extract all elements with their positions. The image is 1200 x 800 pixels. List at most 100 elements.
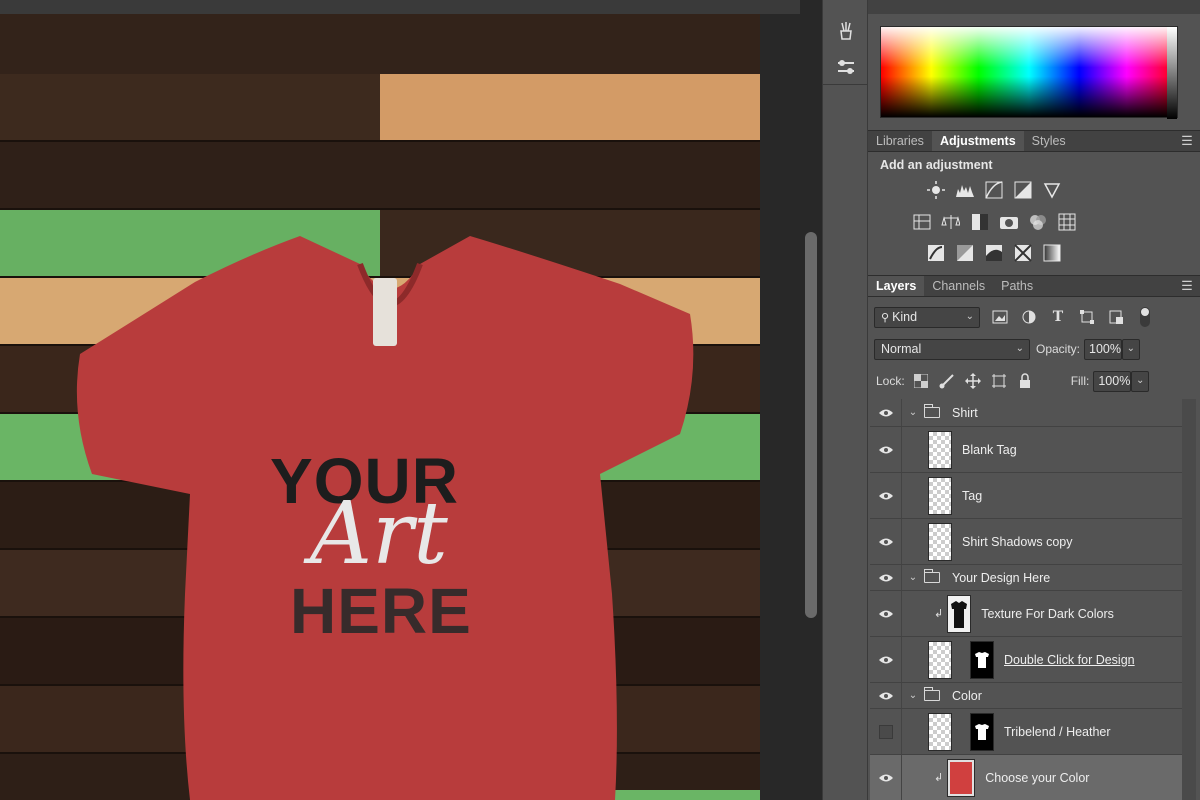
lock-position-move-icon[interactable]	[964, 373, 981, 389]
visibility-off-box	[878, 724, 893, 739]
layer-tribelend-heather[interactable]: Tribelend / Heather	[870, 709, 1182, 755]
folder-icon	[924, 687, 940, 701]
tab-channels[interactable]: Channels	[924, 276, 993, 296]
design-placeholder[interactable]: YOUR Art HERE	[270, 444, 530, 654]
eye-icon[interactable]	[870, 399, 902, 426]
eye-icon[interactable]	[870, 519, 902, 564]
layer-shirt-shadows-copy[interactable]: Shirt Shadows copy	[870, 519, 1182, 565]
layer-mask-thumbnail	[970, 640, 994, 679]
tab-adjustments[interactable]: Adjustments	[931, 131, 1024, 151]
adjustment-icons-row-2	[912, 212, 1076, 231]
layer-texture-for-dark-colors[interactable]: ↲ Texture For Dark Colors	[870, 591, 1182, 637]
filter-shape-icon[interactable]	[1079, 309, 1095, 325]
sliders-icon[interactable]	[835, 56, 857, 78]
mockup-artboard[interactable]: YOUR Art HERE	[0, 14, 760, 800]
lock-transparent-icon[interactable]	[913, 373, 929, 389]
blend-mode-select[interactable]: Normal ⌄	[874, 338, 1030, 360]
eye-icon[interactable]	[870, 591, 902, 636]
filter-smart-object-icon[interactable]	[1108, 309, 1124, 325]
triangle-icon[interactable]	[1042, 180, 1061, 199]
brush-icon[interactable]	[835, 20, 857, 42]
color-lookup-icon[interactable]	[1057, 212, 1076, 231]
canvas-scrollbar-thumb[interactable]	[805, 232, 817, 618]
document-canvas-area[interactable]: YOUR Art HERE	[0, 0, 822, 800]
layer-group-your-design-here[interactable]: ⌄ Your Design Here	[870, 565, 1182, 591]
threshold-icon[interactable]	[984, 243, 1003, 262]
eye-icon[interactable]	[870, 565, 902, 590]
layer-tag[interactable]: Tag	[870, 473, 1182, 519]
posterize-icon[interactable]	[955, 243, 974, 262]
right-panel-dock: Libraries Adjustments Styles ☰ Add an ad…	[868, 0, 1200, 800]
eye-icon[interactable]	[870, 637, 902, 682]
levels-icon[interactable]	[955, 180, 974, 199]
filter-type-icon[interactable]: T	[1050, 309, 1066, 325]
lock-pixels-brush-icon[interactable]	[939, 373, 955, 389]
vibrance-icon[interactable]	[912, 212, 931, 231]
layer-group-shirt[interactable]: ⌄ Shirt	[870, 399, 1182, 427]
layer-name: Blank Tag	[962, 442, 1017, 457]
opacity-dropdown[interactable]: ⌄	[1122, 338, 1141, 360]
gradient-map-icon[interactable]	[1042, 243, 1061, 262]
tshirt-mockup	[76, 236, 694, 800]
fill-label: Fill:	[1070, 374, 1090, 388]
exposure-icon[interactable]	[1013, 180, 1032, 199]
fill-input[interactable]: 100%	[1093, 370, 1132, 392]
visibility-toggle[interactable]	[870, 709, 902, 754]
filter-toggle-icon[interactable]	[1137, 307, 1153, 327]
black-white-icon[interactable]	[970, 212, 989, 231]
blend-opacity-row: Normal ⌄ Opacity: 100% ⌄	[868, 334, 1200, 364]
eye-icon[interactable]	[870, 427, 902, 472]
panel-menu-icon[interactable]: ☰	[1174, 276, 1200, 296]
tab-libraries[interactable]: Libraries	[868, 131, 932, 151]
chevron-down-icon: ⌄	[965, 310, 974, 322]
panel-header-strip	[868, 0, 1200, 14]
grayscale-ramp[interactable]	[1167, 27, 1177, 119]
chevron-down-icon[interactable]: ⌄	[906, 690, 920, 701]
clipping-arrow-icon: ↲	[934, 772, 944, 784]
eye-icon[interactable]	[870, 473, 902, 518]
canvas-top-strip	[0, 0, 822, 14]
brightness-icon[interactable]	[926, 180, 945, 199]
opacity-label: Opacity:	[1036, 342, 1081, 356]
color-spectrum-picker[interactable]	[880, 26, 1178, 119]
invert-icon[interactable]	[926, 243, 945, 262]
chevron-down-icon[interactable]: ⌄	[906, 407, 920, 418]
layer-mask-thumbnail	[970, 712, 994, 751]
tab-layers[interactable]: Layers	[868, 276, 925, 296]
opacity-input[interactable]: 100%	[1084, 338, 1123, 360]
fill-layer-thumbnail	[947, 758, 976, 797]
filter-pixel-icon[interactable]	[992, 309, 1008, 325]
lock-artboard-icon[interactable]	[991, 373, 1007, 389]
layers-scrollbar[interactable]	[1182, 399, 1196, 800]
channel-mixer-icon[interactable]	[1028, 212, 1047, 231]
panel-menu-icon[interactable]: ☰	[1174, 131, 1200, 151]
layer-thumbnail	[928, 712, 952, 751]
filter-kind-value: Kind	[892, 310, 918, 324]
eye-icon[interactable]	[870, 755, 902, 800]
search-icon: ⚲	[881, 311, 890, 324]
tab-paths[interactable]: Paths	[993, 276, 1041, 296]
filter-kind-select[interactable]: ⚲ Kind ⌄	[874, 306, 980, 328]
selective-color-icon[interactable]	[1013, 243, 1032, 262]
layer-name: Choose your Color	[985, 770, 1090, 785]
camera-icon[interactable]	[999, 212, 1018, 231]
blend-mode-value: Normal	[881, 342, 922, 356]
fill-dropdown[interactable]: ⌄	[1131, 370, 1150, 392]
adjustment-icons-row-1	[926, 180, 1061, 199]
eye-icon[interactable]	[870, 683, 902, 708]
color-balance-icon[interactable]	[941, 212, 960, 231]
lock-all-icon[interactable]	[1017, 373, 1033, 389]
layer-group-color[interactable]: ⌄ Color	[870, 683, 1182, 709]
layer-name: Tag	[962, 488, 983, 503]
layer-blank-tag[interactable]: Blank Tag	[870, 427, 1182, 473]
layer-choose-your-color[interactable]: ↲ Choose your Color	[870, 755, 1182, 800]
tab-styles[interactable]: Styles	[1024, 131, 1074, 151]
layer-thumbnail	[928, 430, 952, 469]
filter-adjustment-icon[interactable]	[1021, 309, 1037, 325]
layer-double-click-for-design[interactable]: Double Click for Design	[870, 637, 1182, 683]
curves-icon[interactable]	[984, 180, 1003, 199]
chevron-down-icon[interactable]: ⌄	[906, 572, 920, 583]
layers-panel-tabs: Layers Channels Paths ☰	[868, 275, 1200, 297]
clipping-arrow-icon: ↲	[934, 608, 944, 620]
color-swatch	[950, 761, 973, 794]
